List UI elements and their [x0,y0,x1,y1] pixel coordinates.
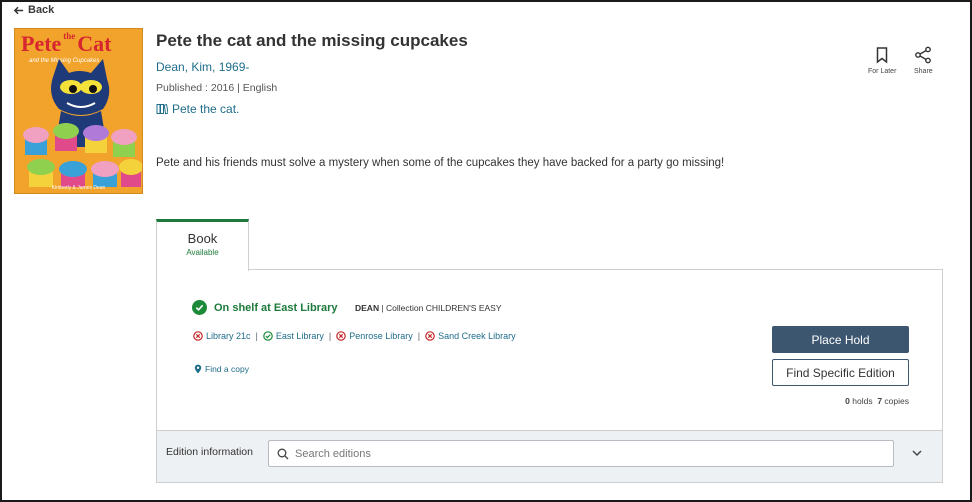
book-title: Pete the cat and the missing cupcakes [156,31,468,50]
copies-label: copies [882,396,909,406]
library-item-east-library[interactable]: East Library [263,331,324,341]
holds-copies-count: 0 holds 7 copies [772,396,909,406]
for-later-label: For Later [868,68,897,75]
availability-text: On shelf at East Library [214,301,338,314]
book-summary: Pete and his friends must solve a myster… [156,157,725,169]
back-label: Back [28,4,55,16]
share-icon [915,46,932,64]
separator: | [328,331,332,341]
tab-book[interactable]: Book Available [156,219,249,271]
find-copy-label: Find a copy [205,364,249,374]
for-later-button[interactable]: For Later [868,46,896,75]
library-name: East Library [275,331,324,341]
series-label: Pete the cat. [172,102,240,116]
separator: | [417,331,421,341]
separator: | [255,331,258,341]
collection-label: | Collection CHILDREN'S EASY [379,303,502,313]
edition-information-label: Edition information [166,446,253,458]
library-item-penrose-library[interactable]: Penrose Library [336,331,413,341]
publication-info: Published : 2016 | English [156,82,278,94]
place-hold-button[interactable]: Place Hold [772,326,909,353]
library-name: Penrose Library [349,331,413,341]
call-number-value: DEAN [355,303,380,313]
unavailable-icon [193,331,203,341]
library-item-sand-creek-library[interactable]: Sand Creek Library [425,331,516,341]
series-icon [156,103,168,115]
chevron-down-icon[interactable] [911,447,923,459]
search-editions-field[interactable] [268,440,894,467]
availability-status: On shelf at East Library [192,300,337,315]
holds-label: holds [849,396,873,406]
author-link[interactable]: Dean, Kim, 1969- [156,60,249,74]
unavailable-icon [336,331,347,341]
share-button[interactable]: Share [914,46,933,75]
library-list: Library 21c | East Library | Penrose Lib… [193,331,516,341]
check-circle-icon [192,300,207,315]
unavailable-icon [425,331,435,341]
series-link[interactable]: Pete the cat. [156,102,239,116]
tab-status: Available [186,248,219,257]
share-label: Share [914,68,933,75]
map-pin-icon [194,364,202,374]
available-icon [263,331,273,341]
search-icon [277,448,289,459]
library-name: Sand Creek Library [438,331,516,341]
find-specific-edition-button[interactable]: Find Specific Edition [772,359,909,386]
arrow-left-icon [13,6,24,14]
pete-cat-illustration [23,59,142,187]
library-item-library-21c[interactable]: Library 21c [193,331,251,341]
back-link[interactable]: Back [13,4,54,16]
book-cover[interactable]: Pete theCat and the Missing Cupcakes Kimb… [14,28,143,194]
search-editions-input[interactable] [295,447,875,460]
library-name: Library 21c [206,331,251,341]
tab-label: Book [187,231,218,246]
cover-authors: Kimberly & James Dean [51,185,106,191]
call-number: DEAN | Collection CHILDREN'S EASY [355,303,502,313]
bookmark-icon [876,47,888,64]
find-copy-link[interactable]: Find a copy [194,364,249,374]
